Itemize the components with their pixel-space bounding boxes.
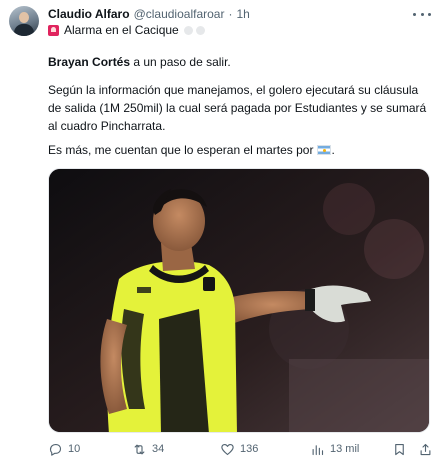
tweet-lead-bold: Brayan Cortés (48, 55, 131, 69)
retweet-icon (134, 444, 145, 454)
tweet-header: Claudio Alfaro @claudioalfaroar · 1h (48, 6, 250, 22)
author-handle[interactable]: @claudioalfaroar (134, 7, 225, 21)
retweet-button[interactable]: 34 (132, 440, 164, 458)
emoji-dot-icon (195, 25, 205, 35)
tweet-headline: Alarma en el Cacique (64, 23, 179, 37)
tweet-time[interactable]: 1h (236, 7, 249, 21)
tweet[interactable]: Claudio Alfaro @claudioalfaroar · 1h Ala… (0, 0, 441, 463)
more-dot (428, 12, 431, 16)
views-button[interactable]: 13 mil (310, 440, 359, 458)
header-separator: · (228, 7, 233, 21)
bookmark-icon (395, 443, 404, 455)
emoji-dot-icon (183, 25, 193, 35)
tweet-headline-line: Alarma en el Cacique (48, 23, 205, 37)
more-options-icon[interactable] (413, 9, 431, 19)
share-button[interactable] (418, 440, 438, 458)
tweet-media-photo[interactable] (48, 168, 430, 433)
tweet-lead-rest: a un paso de salir. (130, 55, 231, 69)
siren-icon (48, 24, 59, 36)
tweet-lead: Brayan Cortés a un paso de salir. (48, 53, 430, 71)
bookmark-button[interactable] (392, 440, 412, 458)
heart-icon (221, 443, 234, 455)
views-count: 13 mil (330, 443, 360, 455)
reply-button[interactable]: 10 (48, 440, 80, 458)
goalkeeper-photo (49, 169, 429, 432)
avatar[interactable] (9, 6, 39, 36)
reply-count: 10 (68, 443, 81, 455)
tweet-paragraph-3-text: Es más, me cuentan que lo esperan el mar… (48, 143, 314, 157)
more-dot (413, 12, 416, 16)
tweet-paragraph-3-end: . (331, 143, 335, 157)
retweet-count: 34 (152, 443, 165, 455)
like-button[interactable]: 136 (220, 440, 258, 458)
argentina-flag-icon (317, 145, 332, 155)
author-name[interactable]: Claudio Alfaro (48, 7, 130, 21)
analytics-icon (312, 444, 324, 455)
like-count: 136 (240, 443, 259, 455)
avatar-body (14, 24, 34, 36)
more-dot (420, 12, 424, 16)
reply-icon (49, 443, 62, 456)
tweet-paragraph-2: Según la información que manejamos, el g… (48, 83, 427, 133)
tweet-actions: 10 34 136 13 mil (48, 440, 434, 458)
share-icon (420, 443, 431, 455)
tweet-paragraph-3: Es más, me cuentan que lo esperan el mar… (48, 141, 430, 159)
avatar-head (19, 12, 29, 23)
